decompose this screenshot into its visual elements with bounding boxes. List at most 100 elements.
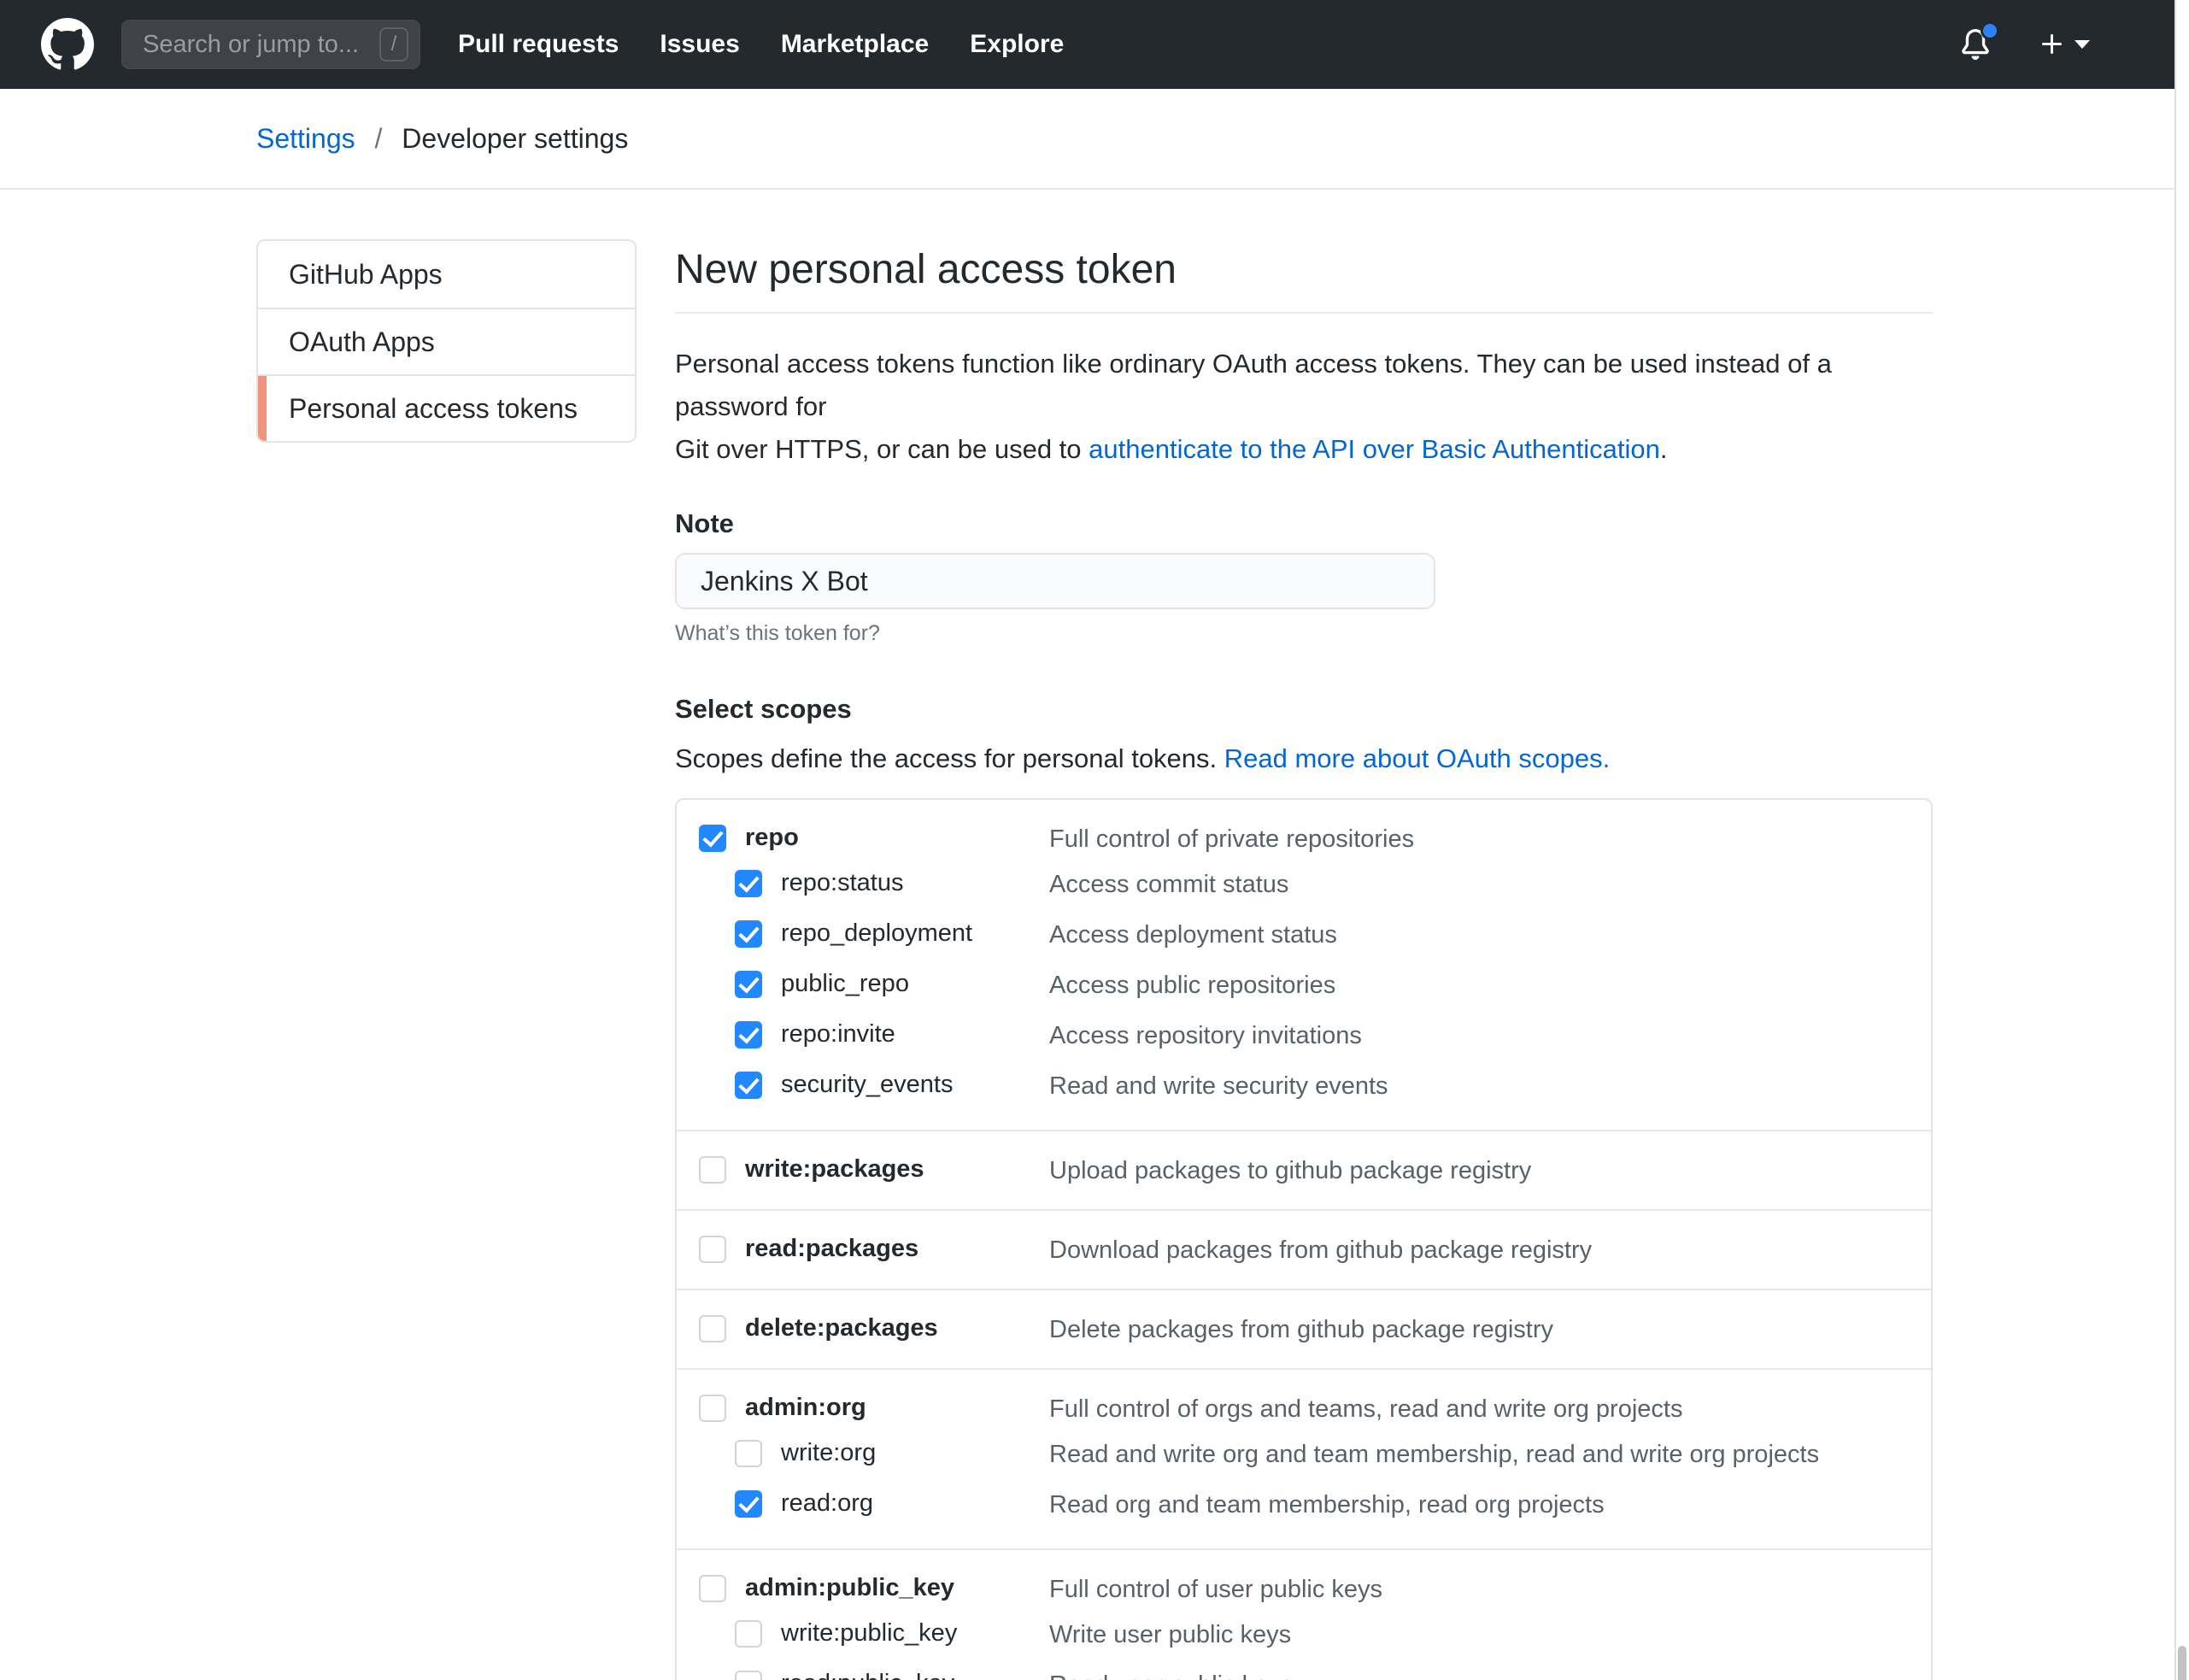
scope-checkbox-write:public_key[interactable]: [735, 1620, 762, 1648]
intro-period: .: [1660, 434, 1668, 464]
scope-left: public_repo: [677, 970, 1049, 998]
breadcrumb-current: Developer settings: [402, 123, 628, 154]
scope-name: admin:public_key: [745, 1574, 954, 1602]
github-logo-icon[interactable]: [41, 18, 94, 71]
scope-checkbox-repo_deployment[interactable]: [735, 920, 762, 948]
scope-checkbox-admin:public_key[interactable]: [699, 1575, 726, 1602]
developer-settings-nav: GitHub Apps OAuth Apps Personal access t…: [256, 239, 637, 443]
scope-description: Access deployment status: [1049, 919, 1337, 949]
scope-row: public_repo Access public repositories: [677, 960, 1931, 1010]
header-nav: Pull requests Issues Marketplace Explore: [458, 30, 1064, 59]
scope-description: Full control of orgs and teams, read and…: [1049, 1394, 1682, 1424]
scope-checkbox-write:org[interactable]: [735, 1440, 762, 1467]
scope-row: repo:status Access commit status: [677, 859, 1931, 909]
breadcrumb-separator: /: [375, 123, 383, 154]
scope-name: repo:status: [781, 869, 903, 897]
scope-name: repo: [745, 824, 799, 852]
scope-description: Full control of user public keys: [1049, 1574, 1382, 1604]
scope-name: repo:invite: [781, 1020, 895, 1049]
scope-description: Access commit status: [1049, 869, 1288, 899]
scope-checkbox-public_repo[interactable]: [735, 971, 762, 998]
scope-name: admin:org: [745, 1394, 866, 1422]
sidebar-item-github-apps[interactable]: GitHub Apps: [258, 241, 635, 308]
notifications-button[interactable]: [1960, 28, 1991, 61]
scope-left: read:packages: [677, 1235, 1049, 1263]
intro-line1: Personal access tokens function like ord…: [675, 349, 1832, 421]
breadcrumb-settings-link[interactable]: Settings: [256, 123, 355, 154]
breadcrumb-bar: Settings / Developer settings: [0, 89, 2189, 190]
scope-checkbox-repo:invite[interactable]: [735, 1021, 762, 1049]
scope-left: write:org: [677, 1439, 1049, 1467]
scope-checkbox-read:public_key[interactable]: [735, 1671, 762, 1680]
nav-marketplace[interactable]: Marketplace: [781, 30, 929, 59]
plus-icon: [2039, 31, 2066, 58]
scopes-description: Scopes define the access for personal to…: [675, 743, 1933, 774]
scope-description: Delete packages from github package regi…: [1049, 1314, 1553, 1344]
note-help-text: What’s this token for?: [675, 621, 1933, 646]
create-new-button[interactable]: [2039, 31, 2090, 58]
scope-description: Upload packages to github package regist…: [1049, 1155, 1531, 1185]
scope-description: Read org and team membership, read org p…: [1049, 1489, 1605, 1519]
nav-pull-requests[interactable]: Pull requests: [458, 30, 619, 59]
select-scopes-heading: Select scopes: [675, 694, 1933, 725]
scope-description: Full control of private repositories: [1049, 824, 1414, 854]
scope-checkbox-delete:packages[interactable]: [699, 1315, 726, 1342]
nav-issues[interactable]: Issues: [660, 30, 739, 59]
unread-notification-dot: [1981, 21, 1999, 40]
scope-group-write:packages: write:packagesUpload packages to github …: [677, 1130, 1931, 1209]
scope-left: admin:public_key: [677, 1574, 1049, 1602]
scope-description: Access public repositories: [1049, 970, 1335, 1000]
scope-row: admin:public_key Full control of user pub…: [677, 1569, 1931, 1609]
caret-down-icon: [2075, 40, 2090, 49]
scope-checkbox-security_events[interactable]: [735, 1072, 762, 1099]
token-note-input[interactable]: [675, 553, 1435, 609]
scope-left: repo_deployment: [677, 919, 1049, 948]
scope-row: write:public_keyWrite user public keys: [677, 1609, 1931, 1659]
page-scrollbar[interactable]: [2174, 0, 2189, 1680]
scope-row: write:orgRead and write org and team mem…: [677, 1429, 1931, 1479]
scope-group-repo: repo Full control of private repositories…: [677, 800, 1931, 1130]
scope-name: repo_deployment: [781, 919, 972, 948]
slash-key-hint: /: [379, 27, 408, 62]
scope-row: read:packagesDownload packages from gith…: [677, 1230, 1931, 1270]
scope-group-admin:org: admin:org Full control of orgs and teams,…: [677, 1368, 1931, 1548]
scope-description: Download packages from github package re…: [1049, 1235, 1592, 1265]
sidebar-item-personal-access-tokens[interactable]: Personal access tokens: [258, 374, 635, 441]
sidebar-item-oauth-apps[interactable]: OAuth Apps: [258, 308, 635, 374]
scope-row: admin:org Full control of orgs and teams,…: [677, 1389, 1931, 1429]
header-search: /: [121, 20, 420, 69]
scope-name: security_events: [781, 1071, 954, 1099]
scrollbar-thumb[interactable]: [2178, 1646, 2186, 1680]
scope-row: repo Full control of private repositories: [677, 819, 1931, 859]
scope-left: read:org: [677, 1489, 1049, 1518]
scope-left: delete:packages: [677, 1314, 1049, 1342]
scope-row: repo:inviteAccess repository invitations: [677, 1010, 1931, 1060]
scope-name: delete:packages: [745, 1314, 938, 1342]
scope-row: repo_deployment Access deployment status: [677, 909, 1931, 960]
basic-auth-link[interactable]: authenticate to the API over Basic Authe…: [1089, 434, 1660, 464]
scope-checkbox-read:org[interactable]: [735, 1490, 762, 1518]
scope-name: public_repo: [781, 970, 909, 998]
scope-name: write:public_key: [781, 1619, 957, 1648]
scope-left: repo:invite: [677, 1020, 1049, 1049]
header-right-controls: [1960, 28, 2155, 61]
scope-row: write:packagesUpload packages to github …: [677, 1150, 1931, 1190]
nav-explore[interactable]: Explore: [970, 30, 1064, 59]
scope-checkbox-admin:org[interactable]: [699, 1395, 726, 1422]
scope-checkbox-repo[interactable]: [699, 825, 726, 852]
scope-description: Read and write security events: [1049, 1071, 1388, 1101]
scope-name: read:org: [781, 1489, 873, 1518]
search-input[interactable]: [121, 20, 420, 69]
content-area: GitHub Apps OAuth Apps Personal access t…: [0, 190, 2189, 1680]
scope-left: read:public_key: [677, 1670, 1049, 1680]
scope-checkbox-repo:status[interactable]: [735, 870, 762, 897]
scopes-box: repo Full control of private repositories…: [675, 798, 1933, 1680]
intro-paragraph: Personal access tokens function like ord…: [675, 343, 1933, 471]
scope-left: security_events: [677, 1071, 1049, 1099]
oauth-scopes-link[interactable]: Read more about OAuth scopes.: [1224, 743, 1610, 773]
scope-row: read:org Read org and team membership, re…: [677, 1479, 1931, 1530]
scope-checkbox-write:packages[interactable]: [699, 1156, 726, 1184]
scope-group-read:packages: read:packagesDownload packages from gith…: [677, 1209, 1931, 1289]
scope-left: repo: [677, 824, 1049, 852]
scope-checkbox-read:packages[interactable]: [699, 1236, 726, 1263]
